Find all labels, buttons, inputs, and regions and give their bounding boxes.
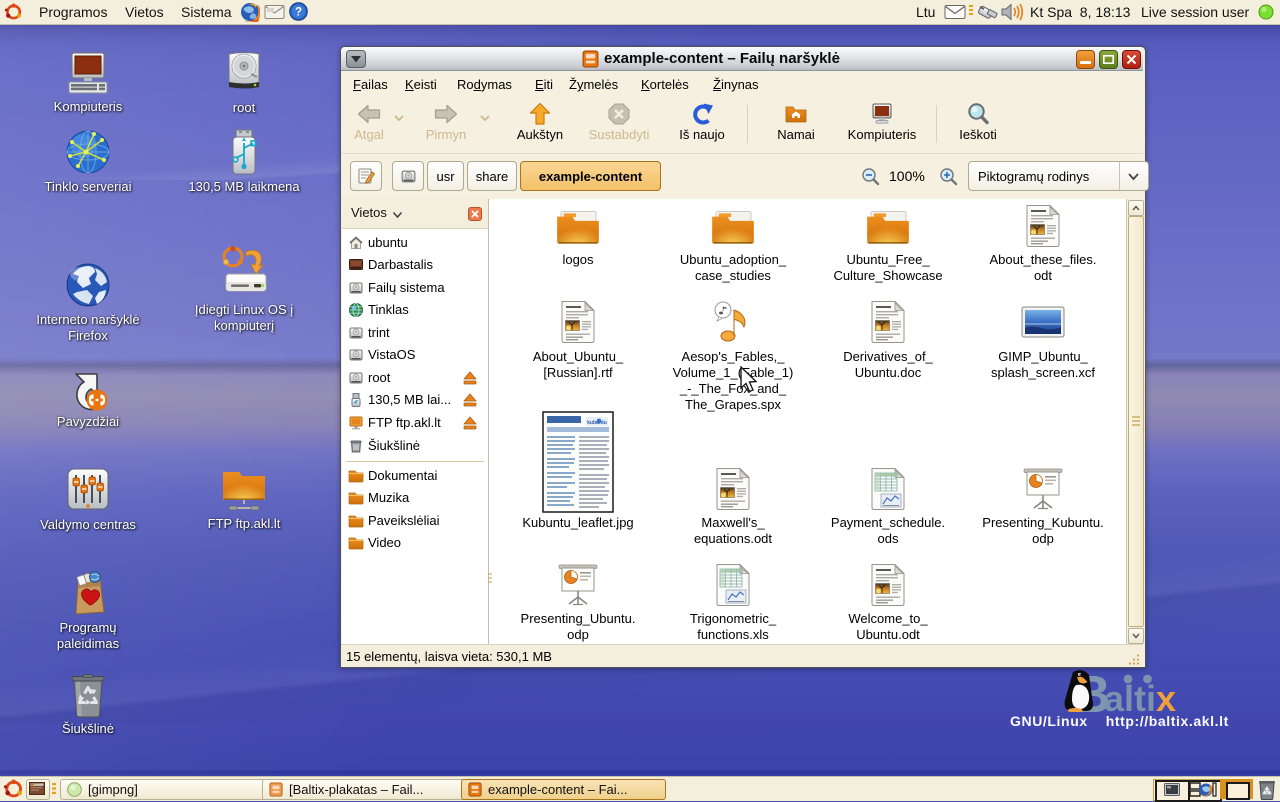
svg-text:?: ? [295,7,302,19]
svg-text:GNU/Linux http://baltix.akl: GNU/Linux http://baltix.akl.lt [1010,713,1229,729]
